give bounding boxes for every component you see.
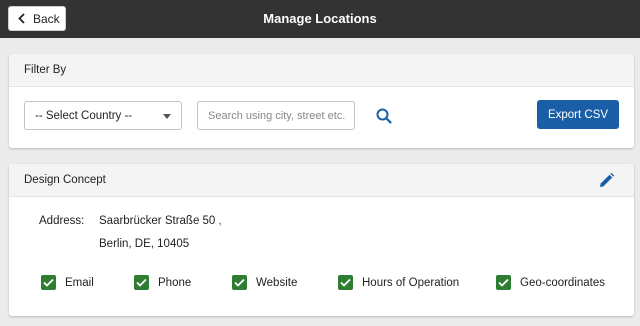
phone-checkbox-label: Phone [158, 276, 192, 289]
address-line-1: Saarbrücker Straße 50 , [99, 215, 222, 227]
hours-checkbox-label: Hours of Operation [362, 276, 460, 289]
country-select[interactable]: -- Select Country -- [24, 101, 182, 130]
export-csv-button[interactable]: Export CSV [537, 100, 619, 129]
email-checkbox[interactable]: Email [41, 275, 94, 290]
checkmark-icon [496, 275, 511, 290]
location-card: Design Concept Address: Saarbrücker Stra… [9, 164, 634, 316]
filter-header: Filter By [9, 54, 634, 87]
search-icon[interactable] [375, 107, 393, 125]
website-checkbox-label: Website [256, 276, 298, 289]
address-comma: , [218, 215, 222, 227]
caret-down-icon [163, 114, 171, 119]
geo-checkbox-label: Geo-coordinates [520, 276, 606, 289]
checkmark-icon [41, 275, 56, 290]
checkmark-icon [134, 275, 149, 290]
phone-checkbox[interactable]: Phone [134, 275, 191, 290]
address-street: Saarbrücker Straße 50 [99, 215, 216, 227]
address-line-2: Berlin, DE, 10405 [99, 238, 190, 250]
location-header: Design Concept [9, 164, 634, 197]
search-input[interactable] [197, 101, 355, 130]
email-checkbox-label: Email [65, 276, 94, 289]
filter-panel: Filter By -- Select Country -- Export CS… [9, 54, 634, 148]
hours-checkbox[interactable]: Hours of Operation [338, 275, 459, 290]
website-checkbox[interactable]: Website [232, 275, 297, 290]
checkmark-icon [338, 275, 353, 290]
country-select-value: -- Select Country -- [35, 109, 133, 122]
address-label: Address: [39, 215, 85, 227]
page-title: Manage Locations [263, 11, 377, 26]
top-bar: Back Manage Locations [0, 0, 640, 38]
geo-checkbox[interactable]: Geo-coordinates [496, 275, 605, 290]
export-csv-label: Export CSV [547, 108, 609, 121]
edit-pencil-icon[interactable] [598, 172, 615, 189]
location-name: Design Concept [24, 174, 106, 186]
filter-title: Filter By [24, 64, 67, 76]
checkmark-icon [232, 275, 247, 290]
